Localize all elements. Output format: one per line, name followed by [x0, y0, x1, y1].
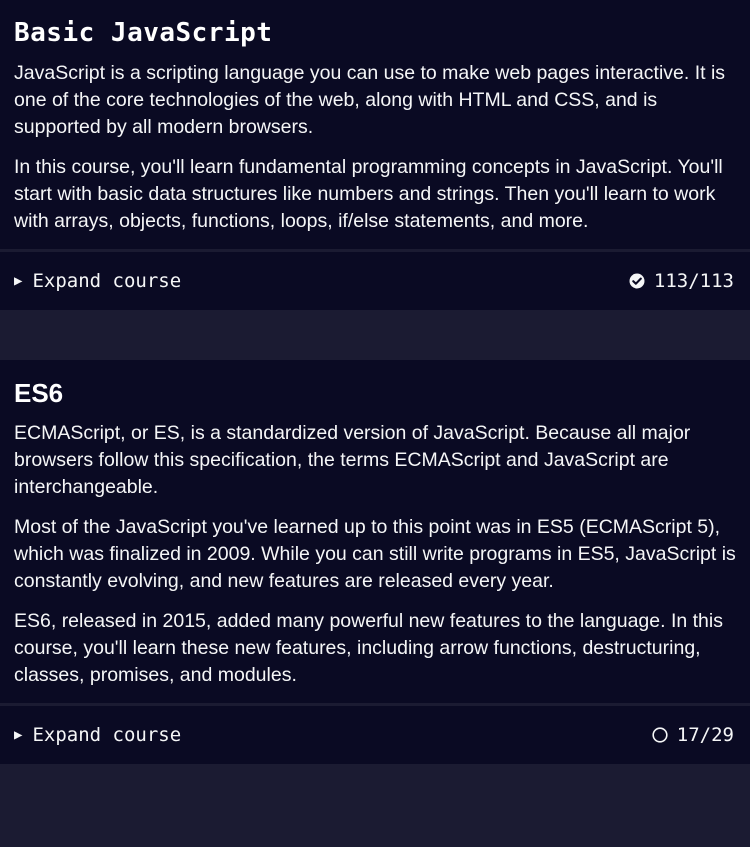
expand-course-button[interactable]: ▶ Expand course 17/29	[0, 703, 750, 764]
course-title: ES6	[14, 378, 64, 408]
triangle-right-icon: ▶	[14, 273, 23, 289]
expand-course-control[interactable]: ▶ Expand course	[14, 724, 181, 746]
course-progress: 113/113	[629, 270, 734, 292]
progress-count: 17/29	[676, 724, 734, 746]
course-description: ES6 ECMAScript, or ES, is a standardized…	[0, 360, 750, 703]
progress-count: 113/113	[653, 270, 734, 292]
course-title: Basic JavaScript	[14, 18, 273, 48]
expand-course-button[interactable]: ▶ Expand course 113/113	[0, 249, 750, 310]
expand-course-label: Expand course	[32, 270, 182, 292]
expand-course-label: Expand course	[32, 724, 182, 746]
course-paragraph: ECMAScript, or ES, is a standardized ver…	[14, 422, 691, 498]
course-separator	[0, 310, 750, 360]
course-description: Basic JavaScript JavaScript is a scripti…	[0, 0, 750, 249]
course-paragraph: In this course, you'll learn fundamental…	[14, 156, 723, 232]
course-paragraph: ES6, released in 2015, added many powerf…	[14, 610, 723, 686]
course-progress: 17/29	[652, 724, 734, 746]
course-paragraph: JavaScript is a scripting language you c…	[14, 62, 726, 138]
page-bottom-edge	[0, 764, 750, 774]
course-card-basic-javascript: Basic JavaScript JavaScript is a scripti…	[0, 0, 750, 310]
triangle-right-icon: ▶	[14, 727, 23, 743]
check-circle-icon	[629, 273, 645, 289]
course-paragraph: Most of the JavaScript you've learned up…	[14, 516, 736, 592]
expand-course-control[interactable]: ▶ Expand course	[14, 270, 181, 292]
empty-circle-icon	[652, 727, 668, 743]
course-card-es6: ES6 ECMAScript, or ES, is a standardized…	[0, 360, 750, 764]
